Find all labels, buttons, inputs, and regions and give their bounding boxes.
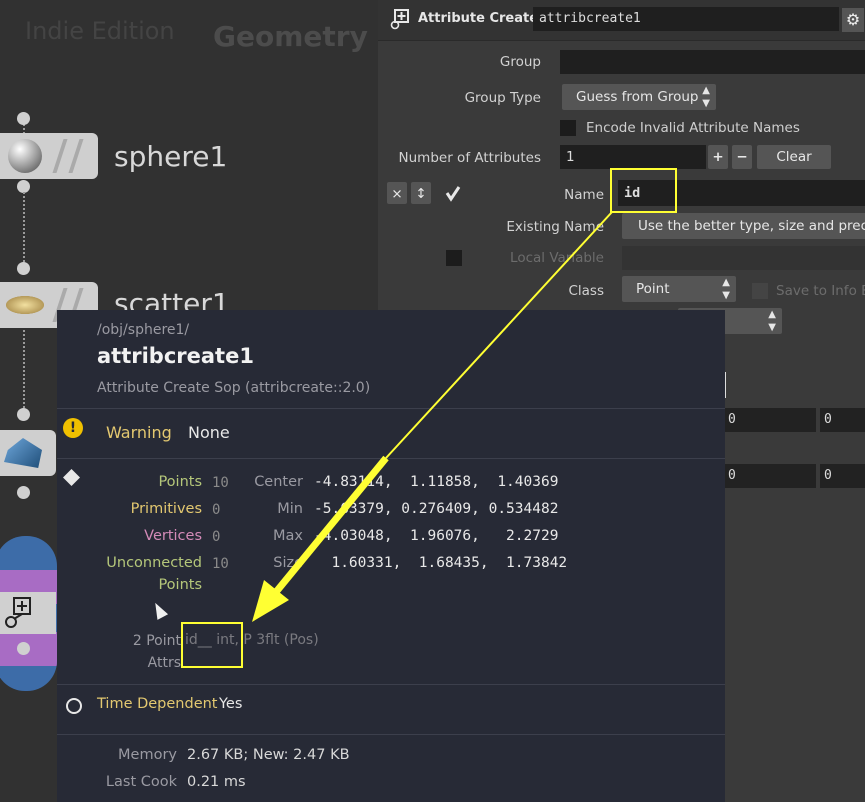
annotation-arrow bbox=[252, 211, 613, 622]
arrow-line-thick bbox=[273, 455, 389, 595]
arrow-line-thin bbox=[385, 211, 613, 459]
